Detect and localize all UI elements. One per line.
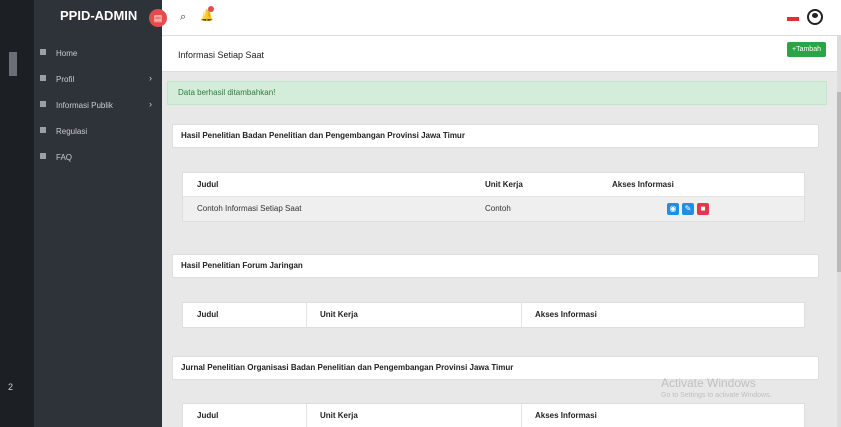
success-alert: Data berhasil ditambahkan! [167,81,827,105]
edit-icon[interactable]: ✎ [682,203,694,215]
delete-icon[interactable]: ■ [697,203,709,215]
left-strip-number: 2 [8,382,14,392]
left-strip-marker [9,52,17,76]
sidebar-menu: Home Profil › Informasi Publik › Regulas… [34,40,162,170]
watermark-subtitle: Go to Settings to activate Windows. [661,392,772,399]
user-icon [40,75,46,81]
main-content: Informasi Setiap Saat +Tambah Data berha… [162,36,841,427]
data-table: Judul Unit Kerja Akses Informasi [182,403,805,427]
column-header-unit-kerja: Unit Kerja [485,180,523,189]
sidebar-item-label: Profil [56,74,75,84]
column-header-unit-kerja: Unit Kerja [320,411,358,420]
page-title: Informasi Setiap Saat [178,50,265,60]
sidebar-item-profil[interactable]: Profil › [34,66,162,92]
cell-judul: Contoh Informasi Setiap Saat [197,204,302,213]
chevron-right-icon: › [149,99,152,109]
vertical-scrollbar[interactable] [837,36,841,427]
user-avatar-icon[interactable] [807,9,823,25]
table-row: Contoh Informasi Setiap Saat Contoh ◉ ✎ … [183,197,804,221]
sidebar-item-label: FAQ [56,152,73,162]
sidebar-toggle-button[interactable]: ▤ [149,9,167,27]
sidebar-item-faq[interactable]: FAQ [34,144,162,170]
home-icon [40,49,46,55]
chevron-right-icon: › [149,73,152,83]
folder-icon [40,127,46,133]
column-header-judul: Judul [197,411,219,420]
sidebar-item-label: Home [56,48,78,58]
table-header-row: Judul Unit Kerja Akses Informasi [183,173,804,197]
sidebar-item-regulasi[interactable]: Regulasi [34,118,162,144]
minimize-icon[interactable] [787,17,799,21]
sidebar-item-label: Informasi Publik [56,100,113,110]
left-strip: 2 [0,0,34,427]
search-icon[interactable]: ⌕ [180,11,186,24]
brand-title[interactable]: PPID-ADMIN [34,0,162,36]
sidebar-item-informasi-publik[interactable]: Informasi Publik › [34,92,162,118]
column-header-akses-informasi: Akses Informasi [535,411,597,420]
column-header-akses-informasi: Akses Informasi [612,180,674,189]
column-header-akses-informasi: Akses Informasi [535,310,597,319]
watermark-title: Activate Windows [661,376,756,390]
topbar: ⌕ 🔔 [162,0,841,36]
app-frame: 2 PPID-ADMIN Home Profil › Informasi Pub… [0,0,841,427]
data-table: Judul Unit Kerja Akses Informasi [182,302,805,328]
table-header-row: Judul Unit Kerja Akses Informasi [183,303,804,327]
scrollbar-thumb[interactable] [837,92,841,272]
column-header-unit-kerja: Unit Kerja [320,310,358,319]
cell-unit-kerja: Contoh [485,204,511,213]
table-header-row: Judul Unit Kerja Akses Informasi [183,404,804,427]
add-button[interactable]: +Tambah [787,42,826,57]
sidebar-item-home[interactable]: Home [34,40,162,66]
section-title: Hasil Penelitian Badan Penelitian dan Pe… [172,124,819,148]
page-header: Informasi Setiap Saat +Tambah [162,36,841,72]
comments-icon [40,153,46,159]
notification-dot [208,6,214,12]
section-title: Hasil Penelitian Forum Jaringan [172,254,819,278]
sidebar-item-label: Regulasi [56,126,88,136]
column-header-judul: Judul [197,310,219,319]
view-icon[interactable]: ◉ [667,203,679,215]
folder-icon [40,101,46,107]
column-header-judul: Judul [197,180,219,189]
windows-activation-watermark: Activate Windows Go to Settings to activ… [661,376,772,399]
data-table: Judul Unit Kerja Akses Informasi Contoh … [182,172,805,222]
sidebar: PPID-ADMIN Home Profil › Informasi Publi… [34,0,162,427]
